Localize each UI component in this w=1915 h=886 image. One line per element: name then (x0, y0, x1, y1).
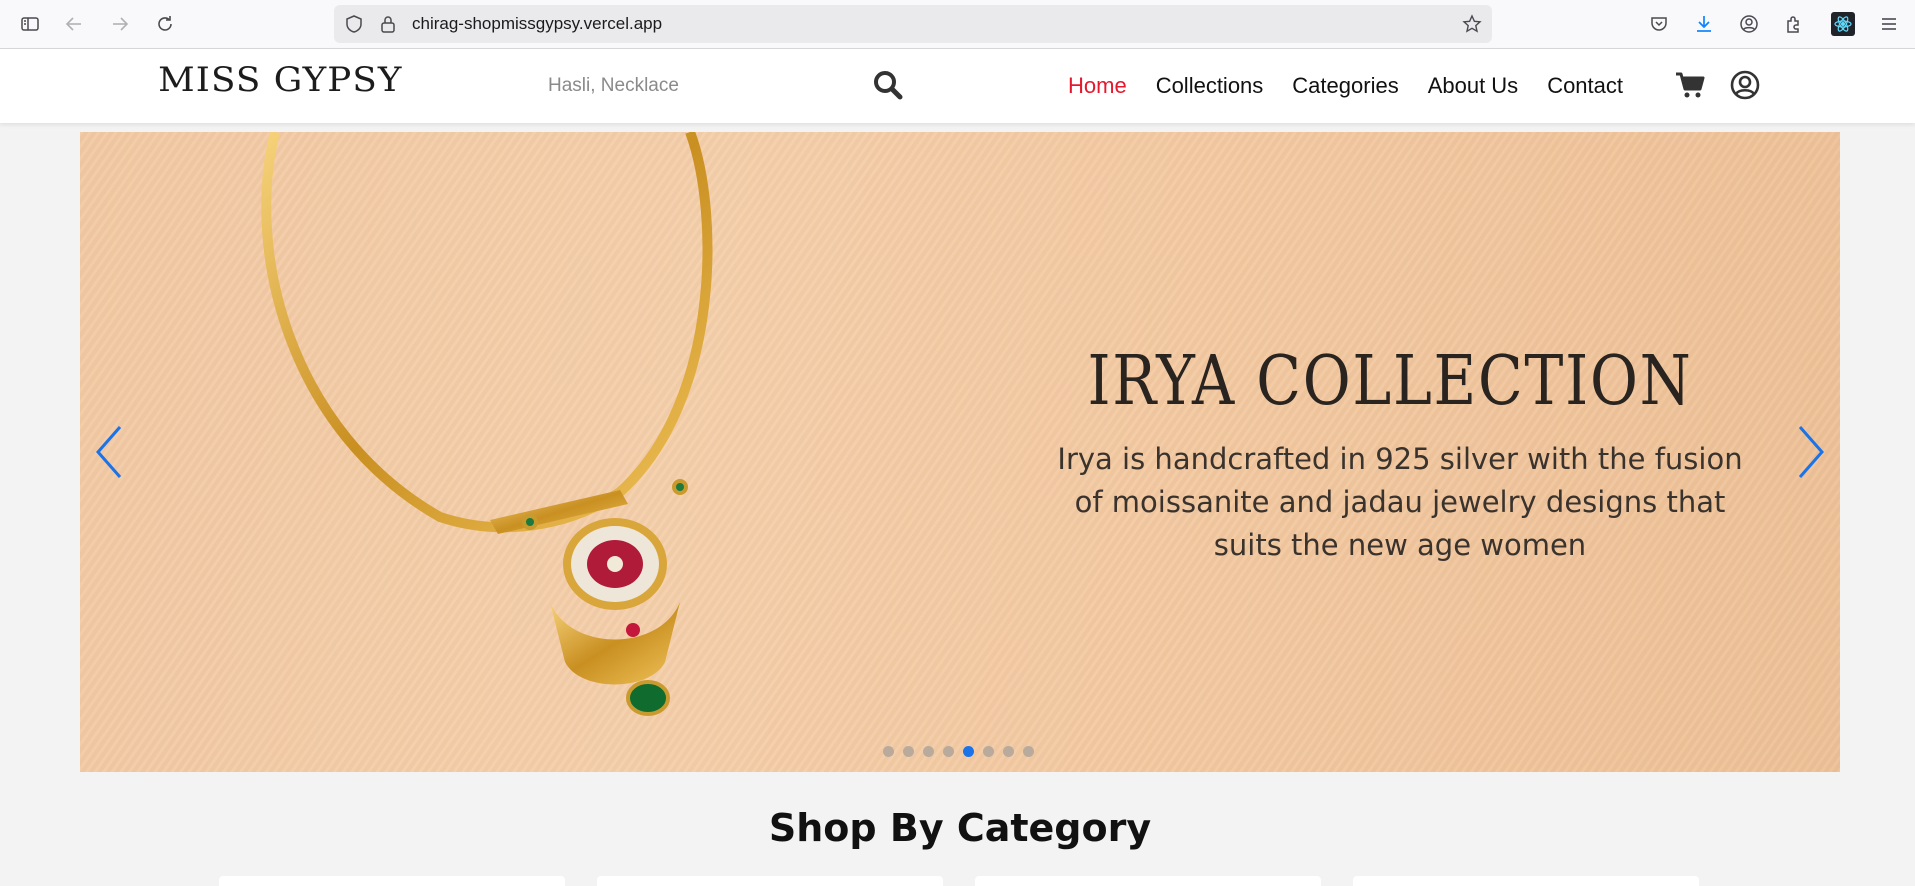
carousel-indicator-dot[interactable] (923, 746, 934, 757)
url-text[interactable]: chirag-shopmissgypsy.vercel.app (412, 14, 662, 34)
reload-icon[interactable] (153, 12, 177, 36)
star-icon[interactable] (1460, 12, 1484, 36)
category-card[interactable] (597, 876, 943, 886)
pocket-icon[interactable] (1647, 12, 1671, 36)
necklace-image (261, 132, 713, 716)
carousel-indicator-dot[interactable] (963, 746, 974, 757)
category-card[interactable] (1353, 876, 1699, 886)
carousel-indicator-dot[interactable] (883, 746, 894, 757)
slide-description-line: of moissanite and jadau jewelry designs … (1074, 485, 1726, 519)
search-input[interactable] (536, 61, 866, 111)
section-title: Shop By Category (768, 806, 1152, 850)
user-icon[interactable] (1729, 69, 1761, 101)
react-devtools-icon[interactable] (1831, 12, 1855, 36)
sidebar-icon[interactable] (18, 12, 42, 36)
slide-description-line: suits the new age women (1213, 528, 1587, 562)
nav-about-us[interactable]: About Us (1428, 73, 1519, 99)
chevron-left-icon (96, 426, 122, 478)
main-nav: Home Collections Categories About Us Con… (1068, 49, 1652, 123)
carousel-indicator-dot[interactable] (1023, 746, 1034, 757)
carousel-indicator-dot[interactable] (983, 746, 994, 757)
slide-description: Irya is handcrafted in 925 silver with t… (960, 438, 1840, 567)
carousel-indicator-dot[interactable] (903, 746, 914, 757)
nav-contact[interactable]: Contact (1547, 73, 1623, 99)
nav-home[interactable]: Home (1068, 73, 1127, 99)
chevron-right-icon (1798, 426, 1824, 478)
carousel-prev-button[interactable] (90, 422, 130, 482)
cart-icon[interactable] (1674, 69, 1706, 101)
slide-title: IRYA COLLECTION (1087, 342, 1693, 421)
forward-icon[interactable] (108, 12, 132, 36)
carousel-indicators (883, 746, 1034, 757)
category-card[interactable] (219, 876, 565, 886)
lock-icon[interactable] (376, 12, 400, 36)
carousel-next-button[interactable] (1790, 422, 1830, 482)
carousel-indicator-dot[interactable] (1003, 746, 1014, 757)
search-icon[interactable] (870, 67, 906, 103)
extensions-icon[interactable] (1782, 12, 1806, 36)
nav-categories[interactable]: Categories (1292, 73, 1398, 99)
carousel-indicator-dot[interactable] (943, 746, 954, 757)
back-icon[interactable] (62, 12, 86, 36)
shield-icon[interactable] (342, 12, 366, 36)
browser-toolbar: chirag-shopmissgypsy.vercel.app (0, 0, 1915, 49)
nav-collections[interactable]: Collections (1156, 73, 1264, 99)
menu-icon[interactable] (1877, 12, 1901, 36)
brand-logo[interactable]: MISS GYPSY (158, 60, 402, 100)
site-header: MISS GYPSY Home Collections Categories A… (0, 49, 1915, 123)
slide-description-line: Irya is handcrafted in 925 silver with t… (1057, 442, 1743, 476)
download-icon[interactable] (1692, 12, 1716, 36)
hero-carousel: IRYA COLLECTION Irya is handcrafted in 9… (80, 132, 1840, 772)
account-icon[interactable] (1737, 12, 1761, 36)
url-bar[interactable]: chirag-shopmissgypsy.vercel.app (334, 5, 1492, 43)
category-card[interactable] (975, 876, 1321, 886)
